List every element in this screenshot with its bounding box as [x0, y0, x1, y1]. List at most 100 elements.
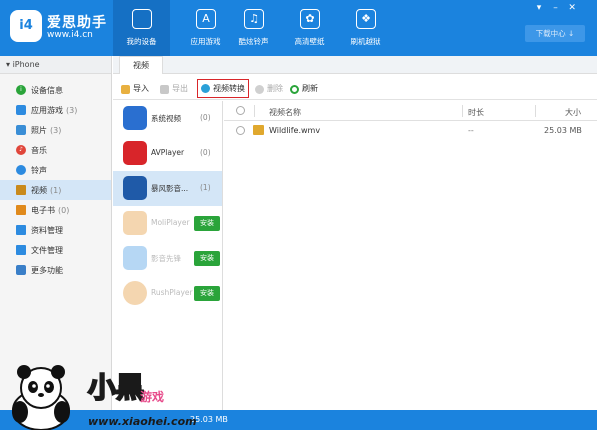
- sidebar-item-ebooks[interactable]: 电子书 (0): [0, 200, 111, 220]
- nav-label: 酷炫铃声: [238, 37, 269, 46]
- sidebar-item-data-management[interactable]: 资料管理: [0, 220, 111, 240]
- sidebar-item-device-info[interactable]: i 设备信息: [0, 80, 111, 100]
- player-name: 影音先锋: [151, 254, 181, 263]
- export-label: 导出: [172, 84, 188, 93]
- watermark-title: 小黑: [87, 370, 145, 405]
- apps-icon: [16, 105, 26, 115]
- wallpaper-flower-icon: ✿: [300, 9, 320, 29]
- minimize-icon[interactable]: –: [550, 3, 562, 13]
- refresh-button[interactable]: 刷新: [290, 82, 318, 96]
- player-count: (0): [200, 113, 211, 122]
- nav-my-device[interactable]: 我的设备: [113, 0, 170, 56]
- panda-mascot-icon: [12, 365, 70, 430]
- file-icon: [16, 245, 26, 255]
- brand-name: 爱思助手: [47, 15, 107, 31]
- column-header-duration[interactable]: 时长: [468, 107, 484, 118]
- data-icon: [16, 225, 26, 235]
- install-button[interactable]: 安装: [194, 286, 220, 301]
- select-all-checkbox[interactable]: [236, 106, 245, 115]
- sidebar-item-music[interactable]: ♪ 音乐: [0, 140, 111, 160]
- nav-label: 刷机越狱: [350, 37, 381, 46]
- column-divider: [462, 105, 463, 117]
- sidebar-item-video[interactable]: 视频 (1): [0, 180, 111, 200]
- nav-wallpapers[interactable]: ✿ 高清壁纸: [281, 0, 338, 56]
- sidebar-item-count: (0): [58, 205, 70, 215]
- device-name: iPhone: [12, 60, 40, 69]
- sidebar-item-photos[interactable]: 照片 (3): [0, 120, 111, 140]
- player-item-system-video[interactable]: 系统视频 (0): [113, 101, 222, 136]
- video-convert-button[interactable]: 视频转换: [197, 79, 249, 98]
- avplayer-icon: [123, 141, 147, 165]
- sidebar-item-file-management[interactable]: 文件管理: [0, 240, 111, 260]
- tab-video[interactable]: 视频: [119, 56, 163, 74]
- video-file-table: 视频名称 时长 大小 Wildlife.wmv -- 25.03 MB: [224, 101, 597, 410]
- i4-logo: i4: [10, 10, 42, 42]
- delete-icon: [255, 84, 264, 94]
- video-file-icon: [253, 125, 264, 135]
- moliplayer-icon: [123, 211, 147, 235]
- sidebar-item-label: 资料管理: [31, 225, 63, 235]
- sidebar-item-apps[interactable]: 应用游戏 (3): [0, 100, 111, 120]
- import-button[interactable]: 导入: [121, 82, 149, 96]
- sidebar-item-count: (3): [66, 105, 78, 115]
- nav-ringtones[interactable]: ♫ 酷炫铃声: [225, 0, 282, 56]
- table-row[interactable]: Wildlife.wmv -- 25.03 MB: [224, 121, 597, 140]
- apple-icon: [132, 9, 152, 29]
- export-button[interactable]: 导出: [160, 82, 188, 96]
- convert-icon: [201, 84, 210, 93]
- player-item-baofeng[interactable]: 暴风影音... (1): [113, 171, 222, 206]
- row-checkbox[interactable]: [236, 126, 245, 135]
- refresh-icon: [290, 84, 299, 94]
- file-size: 25.03 MB: [544, 126, 582, 135]
- delete-button[interactable]: 删除: [255, 82, 283, 96]
- watermark-url: www.xiaohei.com: [88, 415, 197, 428]
- device-header[interactable]: ▾ iPhone: [0, 56, 111, 74]
- column-divider: [254, 105, 255, 117]
- column-divider: [535, 105, 536, 117]
- column-header-name[interactable]: 视频名称: [269, 107, 301, 118]
- watermark-subtitle: 游戏: [140, 390, 165, 404]
- install-button[interactable]: 安装: [194, 216, 220, 231]
- photo-icon: [16, 125, 26, 135]
- table-header: 视频名称 时长 大小: [224, 101, 597, 121]
- player-count: (1): [200, 183, 211, 192]
- convert-label: 视频转换: [213, 83, 245, 93]
- install-button[interactable]: 安装: [194, 251, 220, 266]
- nav-label: 我的设备: [126, 37, 157, 46]
- sidebar: ▾ iPhone i 设备信息 应用游戏 (3) 照片 (3) ♪ 音乐 铃声 …: [0, 56, 112, 410]
- column-header-size[interactable]: 大小: [565, 107, 581, 118]
- window-controls: ▾ – ✕: [531, 3, 591, 13]
- top-header: i4 爱思助手 www.i4.cn 我的设备 A 应用游戏 ♫ 酷炫铃声 ✿ 高…: [0, 0, 597, 56]
- player-item-avplayer[interactable]: AVPlayer (0): [113, 136, 222, 171]
- app-store-icon: A: [196, 9, 216, 29]
- player-name: MoliPlayer: [151, 218, 190, 227]
- import-icon: [121, 84, 130, 94]
- player-item-moliplayer: MoliPlayer 安装: [113, 206, 222, 241]
- sidebar-item-label: 文件管理: [31, 245, 63, 255]
- sidebar-item-more[interactable]: 更多功能: [0, 260, 111, 280]
- sidebar-item-ringtones[interactable]: 铃声: [0, 160, 111, 180]
- download-center-button[interactable]: 下载中心 ↓: [525, 25, 585, 42]
- sidebar-item-count: (1): [50, 185, 62, 195]
- sidebar-item-label: 铃声: [31, 165, 47, 175]
- watermark: 小黑 游戏 www.xiaohei.com: [0, 360, 220, 430]
- more-icon: [16, 265, 26, 275]
- player-name: 暴风影音...: [151, 184, 189, 193]
- player-name: RushPlayer: [151, 288, 193, 297]
- chevron-down-icon: ▾: [6, 60, 11, 69]
- player-item-xianfeng: 影音先锋 安装: [113, 241, 222, 276]
- nav-flash-jailbreak[interactable]: ❖ 刷机越狱: [337, 0, 394, 56]
- dropbox-icon: ❖: [356, 9, 376, 29]
- clapperboard-icon: [123, 106, 147, 130]
- export-icon: [160, 84, 169, 94]
- menu-icon[interactable]: ▾: [533, 3, 545, 13]
- film-icon: [123, 176, 147, 200]
- delete-label: 删除: [267, 84, 283, 93]
- sidebar-item-label: 音乐: [31, 145, 47, 155]
- close-icon[interactable]: ✕: [566, 3, 578, 13]
- toolbar: 导入 导出 视频转换 删除 刷新: [113, 78, 597, 100]
- tab-bar: 视频: [113, 56, 597, 74]
- sidebar-item-label: 电子书: [31, 205, 55, 215]
- file-duration: --: [468, 126, 474, 135]
- player-name: AVPlayer: [151, 148, 185, 157]
